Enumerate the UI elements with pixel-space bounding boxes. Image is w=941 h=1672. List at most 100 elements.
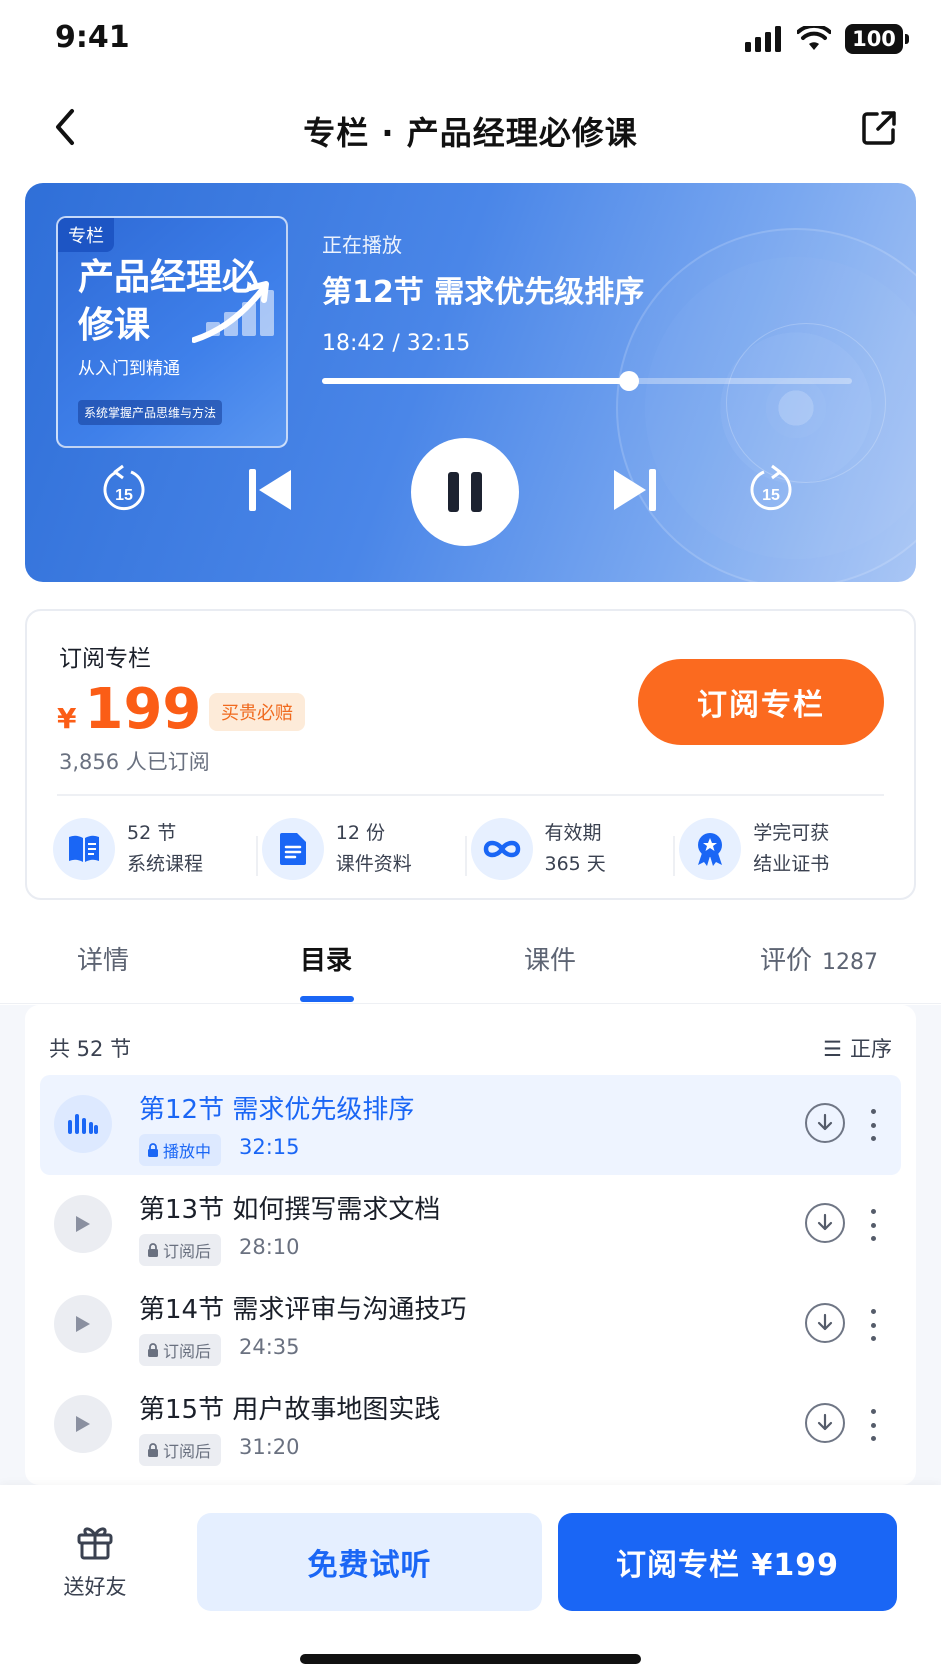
feature-materials: 12 份 课件资料 xyxy=(255,818,471,880)
skip-previous-icon xyxy=(249,469,291,511)
download-button[interactable] xyxy=(805,1403,845,1443)
feature-text: 学完可获 结业证书 xyxy=(753,818,829,880)
lesson-duration: 24:35 xyxy=(239,1335,300,1359)
download-icon xyxy=(817,1313,833,1331)
share-button[interactable] xyxy=(853,102,905,154)
download-icon xyxy=(817,1113,833,1131)
buy-button[interactable]: 订阅专栏 ¥199 xyxy=(558,1513,897,1611)
tab-catalog[interactable]: 目录 xyxy=(300,940,352,977)
lesson-status-badge: 订阅后 xyxy=(139,1434,222,1466)
tab-reviews-label: 评价 xyxy=(760,946,813,976)
share-icon xyxy=(862,111,896,145)
feature-text: 12 份 课件资料 xyxy=(336,818,412,880)
lesson-status-text: 订阅后 xyxy=(163,1342,212,1361)
more-options-button[interactable] xyxy=(863,1405,883,1445)
subscribe-card: 订阅专栏 ¥ 199 买贵必赔 3,856 人已订阅 订阅专栏 52 节 系统课… xyxy=(25,609,916,900)
battery-icon: 100 xyxy=(845,24,909,54)
lesson-row[interactable]: 第14节 需求评审与沟通技巧 订阅后 24:35 xyxy=(40,1275,901,1375)
subscribe-button[interactable]: 订阅专栏 xyxy=(638,659,884,745)
price: ¥ 199 xyxy=(57,677,201,742)
lesson-status-badge: 播放中 xyxy=(139,1134,222,1166)
next-track-button[interactable] xyxy=(600,455,670,525)
feature-text: 52 节 系统课程 xyxy=(127,818,203,880)
cover-description: 系统掌握产品思维与方法 xyxy=(78,400,223,425)
book-icon xyxy=(53,818,115,880)
course-cover: 专栏 产品经理必修课 从入门到精通 系统掌握产品思维与方法 xyxy=(56,216,288,448)
cover-subtitle: 从入门到精通 xyxy=(78,359,180,379)
signal-icon xyxy=(745,26,781,52)
lesson-duration: 31:20 xyxy=(239,1435,300,1459)
price-amount: 199 xyxy=(84,677,202,742)
pause-button[interactable] xyxy=(411,438,519,546)
catalog-list: 共 52 节 ☰ 正序 第12节 需求优先级排序 播放中 32:15 第13节 … xyxy=(25,1005,916,1485)
lock-icon xyxy=(148,1343,158,1357)
home-indicator xyxy=(300,1654,641,1664)
download-button[interactable] xyxy=(805,1303,845,1343)
review-count: 1287 xyxy=(822,950,879,975)
download-icon xyxy=(817,1413,833,1431)
tab-reviews[interactable]: 评价 1287 xyxy=(760,940,878,977)
lesson-title: 第15节 用户故事地图实践 xyxy=(139,1395,441,1425)
certificate-icon xyxy=(679,818,742,880)
gift-label: 送好友 xyxy=(63,1575,127,1599)
subscriber-count: 3,856 人已订阅 xyxy=(59,750,210,774)
more-options-button[interactable] xyxy=(863,1305,883,1345)
lesson-count: 共 52 节 xyxy=(49,1037,132,1061)
tab-details[interactable]: 详情 xyxy=(77,940,129,977)
price-guarantee-badge: 买贵必赔 xyxy=(209,693,305,731)
bottom-action-bar: 送好友 免费试听 订阅专栏 ¥199 xyxy=(0,1485,941,1672)
lesson-row[interactable]: 第15节 用户故事地图实践 订阅后 31:20 xyxy=(40,1375,901,1475)
progress-slider[interactable] xyxy=(322,371,852,391)
tab-materials[interactable]: 课件 xyxy=(524,940,576,977)
status-time: 9:41 xyxy=(55,20,130,55)
skip-next-icon xyxy=(614,469,656,511)
feature-certificate: 学完可获 结业证书 xyxy=(673,818,888,880)
lesson-status-badge: 订阅后 xyxy=(139,1334,222,1366)
subscribe-label: 订阅专栏 xyxy=(59,646,151,672)
lesson-title: 第13节 如何撰写需求文档 xyxy=(139,1195,441,1225)
list-header: 共 52 节 ☰ 正序 xyxy=(25,1027,916,1067)
lesson-title: 第14节 需求评审与沟通技巧 xyxy=(139,1295,467,1325)
feature-lessons: 52 节 系统课程 xyxy=(53,818,262,880)
feature-line2: 系统课程 xyxy=(127,853,204,875)
feature-line1: 12 份 xyxy=(335,822,385,844)
lesson-status-text: 订阅后 xyxy=(163,1442,212,1461)
download-icon xyxy=(817,1213,833,1231)
more-options-button[interactable] xyxy=(863,1205,883,1245)
rewind-15-button[interactable]: 15 xyxy=(89,455,159,525)
play-icon xyxy=(54,1395,112,1453)
price-currency: ¥ xyxy=(57,702,77,735)
previous-track-button[interactable] xyxy=(235,455,305,525)
tab-active-indicator xyxy=(300,996,354,1002)
audio-wave-icon xyxy=(54,1095,112,1153)
status-icons: 100 xyxy=(745,24,909,54)
lock-icon xyxy=(148,1443,158,1457)
free-trial-button[interactable]: 免费试听 xyxy=(197,1513,542,1611)
wifi-icon xyxy=(797,26,831,50)
status-bar: 9:41 100 xyxy=(0,0,941,80)
lock-icon xyxy=(148,1243,158,1257)
infinity-icon xyxy=(470,818,533,880)
progress-fill xyxy=(322,378,630,384)
feature-line1: 52 节 xyxy=(127,822,177,844)
forward-15-button[interactable]: 15 xyxy=(736,455,806,525)
cover-tag: 专栏 xyxy=(58,218,114,252)
lesson-status-text: 订阅后 xyxy=(163,1242,212,1261)
gift-button[interactable]: 送好友 xyxy=(50,1521,140,1601)
page-title: 专栏 · 产品经理必修课 xyxy=(303,114,638,152)
feature-validity: 有效期 365 天 xyxy=(464,818,680,880)
play-icon xyxy=(54,1195,112,1253)
feature-line2: 结业证书 xyxy=(753,853,830,875)
lesson-row[interactable]: 第13节 如何撰写需求文档 订阅后 28:10 xyxy=(40,1175,901,1275)
sort-button[interactable]: ☰ 正序 xyxy=(823,1033,892,1063)
lesson-row[interactable]: 第12节 需求优先级排序 播放中 32:15 xyxy=(40,1075,901,1175)
more-options-button[interactable] xyxy=(863,1105,883,1145)
feature-line2: 课件资料 xyxy=(335,853,412,875)
download-button[interactable] xyxy=(805,1103,845,1143)
sort-icon: ☰ xyxy=(823,1037,842,1061)
now-playing-title: 第12节 需求优先级排序 xyxy=(322,275,645,310)
pause-icon xyxy=(448,472,482,512)
download-button[interactable] xyxy=(805,1203,845,1243)
playback-time: 18:42 / 32:15 xyxy=(322,331,471,356)
feature-text: 有效期 365 天 xyxy=(545,818,606,880)
